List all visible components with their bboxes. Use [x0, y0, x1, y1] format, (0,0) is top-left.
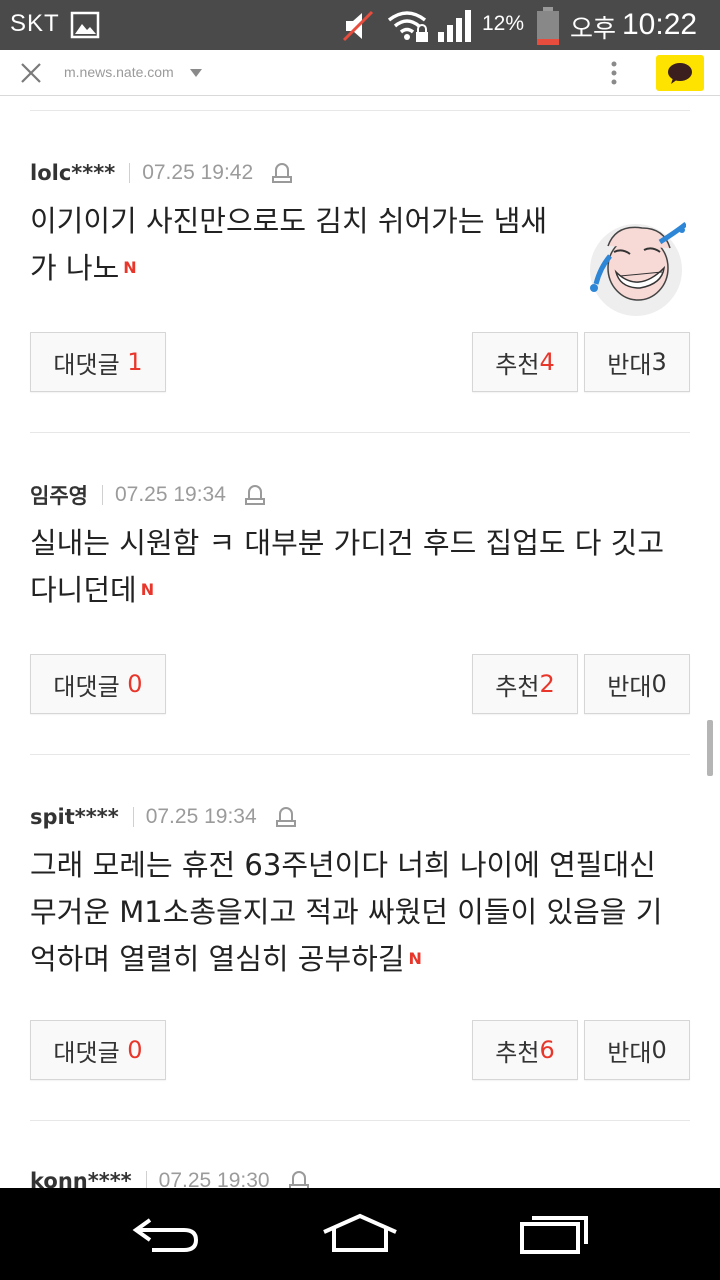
comment-username[interactable]: lolc****	[30, 161, 115, 185]
scrollbar-thumb[interactable]	[707, 720, 713, 776]
new-badge: N	[140, 579, 155, 599]
like-button[interactable]: 추천 6	[472, 1020, 578, 1080]
wifi-lock-icon	[387, 11, 428, 42]
report-siren-icon[interactable]	[271, 161, 293, 185]
dislike-label: 반대	[607, 350, 652, 379]
meta-separator	[129, 163, 131, 183]
divider	[30, 1120, 690, 1121]
comment-time: 07.25 19:34	[145, 805, 257, 828]
comment-username[interactable]: konn****	[30, 1169, 132, 1188]
like-count: 6	[539, 1036, 555, 1064]
dislike-count: 3	[651, 348, 667, 376]
ampm-label: 오후	[570, 14, 617, 43]
meta-separator	[145, 1171, 147, 1188]
reply-button[interactable]: 대댓글 1	[30, 332, 166, 392]
reply-label: 대댓글	[53, 1038, 120, 1067]
reply-label: 대댓글	[53, 672, 120, 701]
comment-text-line: 무거운 M1소총을지고 적과 싸웠던 이들이 있음을 기	[30, 895, 663, 929]
like-label: 추천	[495, 350, 540, 379]
new-badge: N	[123, 257, 137, 277]
comment-list: lolc**** 07.25 19:42 이기이기 사진만으로도 김치 쉬어가는…	[0, 96, 720, 1188]
like-label: 추천	[495, 672, 540, 701]
meta-separator	[132, 807, 134, 827]
divider	[30, 432, 690, 433]
url-text[interactable]: m.news.nate.com	[64, 64, 174, 80]
dislike-label: 반대	[607, 672, 652, 701]
comment-meta: lolc**** 07.25 19:42	[30, 158, 293, 188]
comment-time: 07.25 19:34	[114, 483, 226, 506]
comment-text-line: 가 나노	[30, 251, 120, 285]
report-siren-icon[interactable]	[288, 1169, 310, 1188]
report-siren-icon[interactable]	[244, 483, 266, 507]
dislike-button[interactable]: 반대 3	[584, 332, 690, 392]
battery-percent: 12%	[482, 12, 525, 35]
like-button[interactable]: 추천 2	[472, 654, 578, 714]
comment-text: 그래 모레는 휴전 63주년이다 너희 나이에 연필대신 무거운 M1소총을지고…	[30, 842, 662, 985]
comment-meta: konn**** 07.25 19:30	[30, 1166, 310, 1188]
report-siren-icon[interactable]	[275, 805, 297, 829]
comment-text-line: 이기이기 사진만으로도 김치 쉬어가는 냄새	[30, 204, 548, 238]
comment-meta: 임주영 07.25 19:34	[30, 480, 266, 510]
comment-meta: spit**** 07.25 19:34	[30, 802, 297, 832]
chevron-down-icon[interactable]	[190, 69, 202, 77]
signal-strength-icon	[438, 10, 471, 42]
comment-time: 07.25 19:42	[142, 161, 254, 184]
comment-username[interactable]: 임주영	[30, 480, 88, 510]
more-options-icon[interactable]	[610, 60, 618, 86]
meta-separator	[101, 485, 103, 505]
reply-count: 0	[127, 670, 143, 698]
comment-item: 임주영 07.25 19:34 실내는 시원함 ㅋ 대부분 가디건 후드 집업도…	[30, 480, 690, 720]
battery-icon	[537, 7, 559, 45]
reply-button[interactable]: 대댓글 0	[30, 1020, 166, 1080]
comment-text-line: 억하며 열렬히 열심히 공부하길	[30, 942, 405, 976]
comment-item: spit**** 07.25 19:34 그래 모레는 휴전 63주년이다 너희…	[30, 802, 690, 1092]
comment-text-line: 다니던데	[30, 573, 137, 607]
divider	[30, 110, 690, 111]
home-icon[interactable]	[320, 1212, 400, 1256]
system-navigation-bar	[0, 1188, 720, 1280]
comment-text: 이기이기 사진만으로도 김치 쉬어가는 냄새 가 나노 N	[30, 198, 547, 294]
kakaotalk-share-button[interactable]	[656, 55, 704, 91]
like-count: 2	[539, 670, 555, 698]
mute-icon	[342, 10, 374, 42]
dislike-label: 반대	[607, 1038, 652, 1067]
dislike-count: 0	[651, 670, 667, 698]
status-bar: SKT 12% 오후 10:22	[0, 0, 720, 50]
dislike-count: 0	[651, 1036, 667, 1064]
comment-time: 07.25 19:30	[158, 1169, 270, 1188]
recent-apps-icon[interactable]	[518, 1212, 590, 1256]
back-icon[interactable]	[130, 1212, 202, 1256]
like-count: 4	[539, 348, 555, 376]
like-button[interactable]: 추천 4	[472, 332, 578, 392]
reply-label: 대댓글	[53, 350, 120, 379]
comment-item: konn**** 07.25 19:30	[30, 1166, 690, 1188]
reply-count: 0	[127, 1036, 143, 1064]
image-notification-icon	[70, 11, 100, 39]
user-avatar	[590, 222, 686, 316]
comment-text-line: 그래 모레는 휴전 63주년이다 너희 나이에 연필대신	[30, 848, 656, 882]
comment-text: 실내는 시원함 ㅋ 대부분 가디건 후드 집업도 다 깃고 다니던데 N	[30, 520, 664, 616]
like-label: 추천	[495, 1038, 540, 1067]
close-icon[interactable]	[18, 60, 44, 86]
divider	[30, 754, 690, 755]
carrier-label: SKT	[10, 10, 60, 37]
new-badge: N	[408, 948, 422, 968]
comment-item: lolc**** 07.25 19:42 이기이기 사진만으로도 김치 쉬어가는…	[30, 158, 690, 398]
dislike-button[interactable]: 반대 0	[584, 654, 690, 714]
reply-count: 1	[127, 348, 143, 376]
dislike-button[interactable]: 반대 0	[584, 1020, 690, 1080]
reply-button[interactable]: 대댓글 0	[30, 654, 166, 714]
clock: 10:22	[622, 8, 698, 41]
browser-url-bar: m.news.nate.com	[0, 50, 720, 96]
chat-bubble-icon	[668, 63, 692, 84]
comment-username[interactable]: spit****	[30, 805, 119, 829]
comment-text-line: 실내는 시원함 ㅋ 대부분 가디건 후드 집업도 다 깃고	[30, 526, 665, 560]
